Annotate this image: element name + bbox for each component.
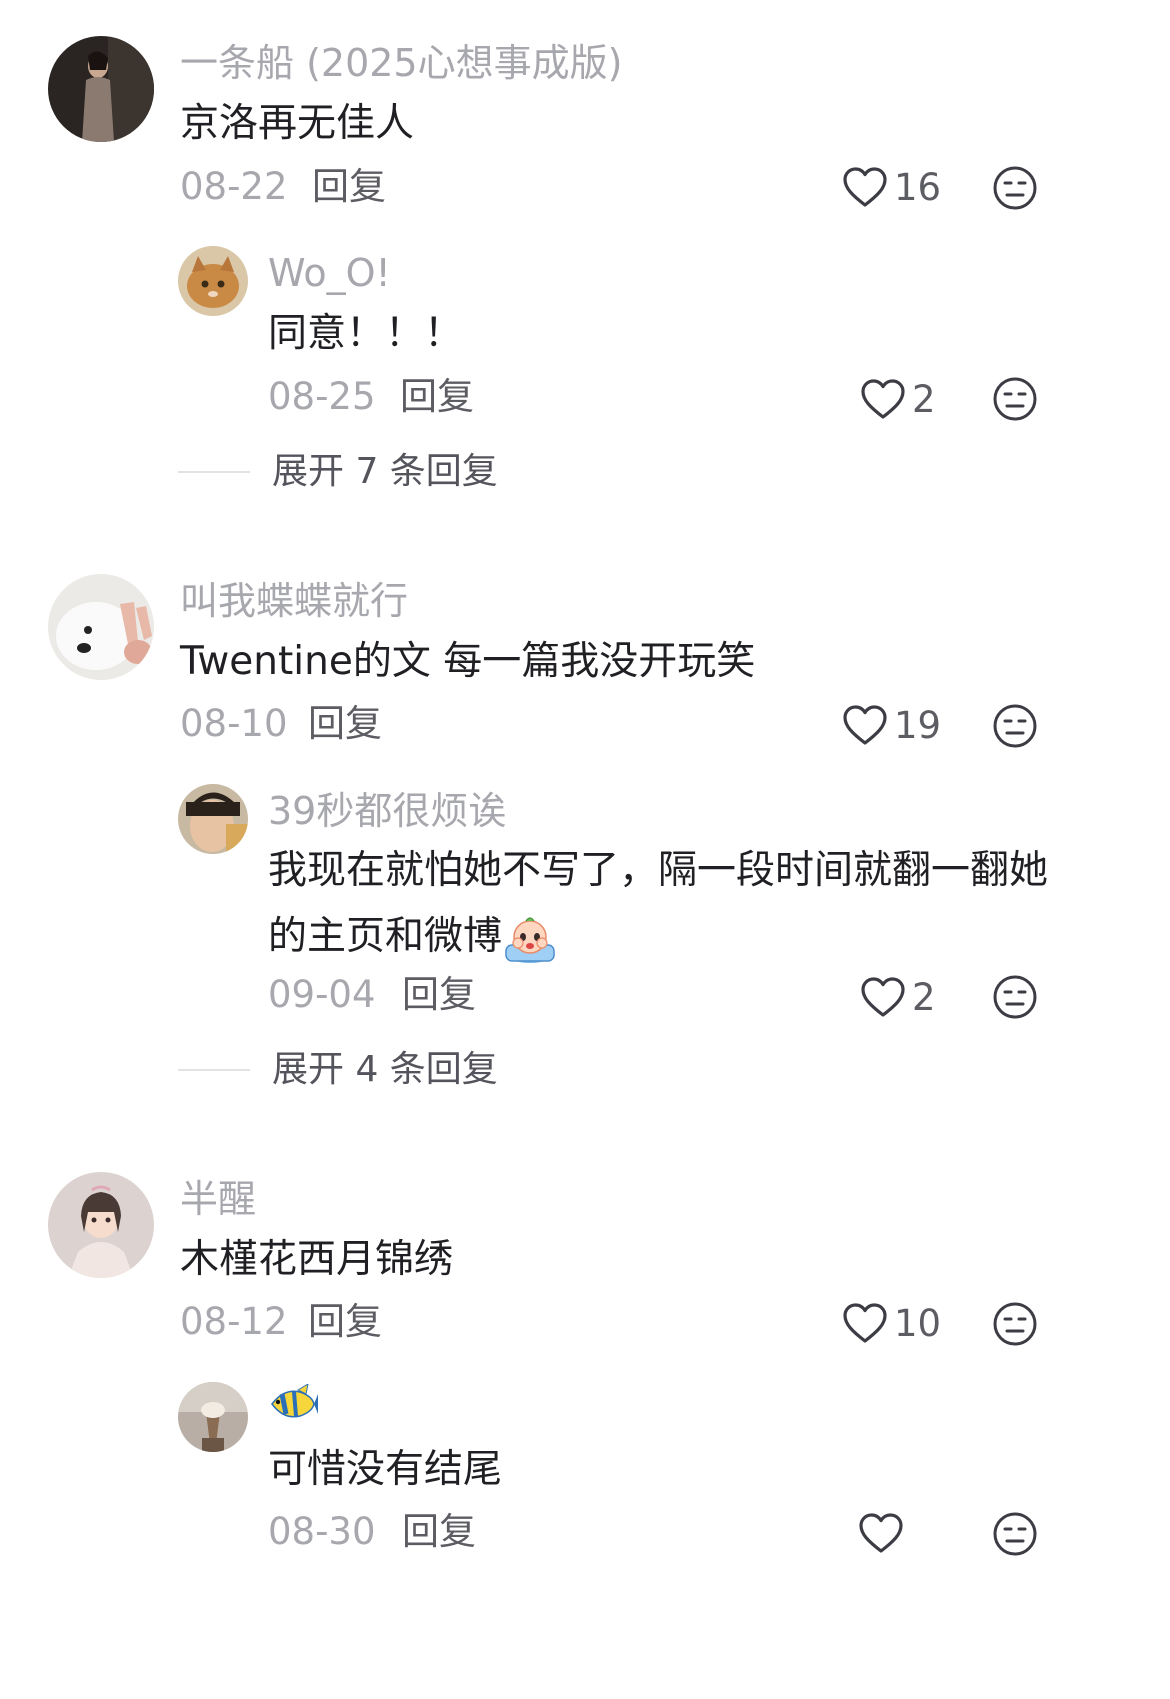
like-button[interactable]: 10 [842, 1302, 941, 1344]
like-count: 2 [912, 377, 936, 421]
comment-username[interactable]: 一条船 (2025心想事成版) [180, 44, 622, 82]
heart-outline-icon [843, 167, 887, 207]
expand-replies-label: 展开 4 条回复 [272, 1049, 498, 1090]
like-button[interactable]: 2 [860, 378, 936, 420]
neutral-face-icon[interactable] [992, 703, 1038, 749]
tropical-fish-emoji [271, 1384, 318, 1418]
avatar[interactable] [48, 574, 154, 680]
expand-replies-button[interactable]: 展开 4 条回复 [178, 1052, 498, 1088]
reply-avatar[interactable] [178, 784, 248, 854]
like-count: 16 [894, 165, 942, 209]
avatar[interactable] [48, 1172, 154, 1278]
comment-username[interactable]: 半醒 [180, 1180, 256, 1218]
comment-text: 木槿花西月锦绣 [180, 1237, 454, 1282]
divider-line [178, 1069, 250, 1071]
reply-button[interactable]: 回复 [402, 976, 476, 1013]
reply-text-content: 我现在就怕她不写了，隔一段时间就翻一翻她的主页和微博 [268, 848, 1049, 959]
reply-date: 09-04 [268, 973, 376, 1016]
like-button[interactable] [858, 1512, 910, 1554]
comment-text: Twentine的文 每一篇我没开玩笑 [180, 639, 756, 684]
like-count: 19 [894, 703, 942, 747]
like-button[interactable]: 19 [842, 704, 941, 746]
expand-replies-label: 展开 7 条回复 [272, 451, 498, 492]
reply-button[interactable]: 回复 [400, 378, 474, 415]
divider-line [178, 471, 250, 473]
reply-text: 同意！！！ [268, 311, 464, 356]
reply-username[interactable]: Wo_O! [268, 254, 391, 292]
reply-button[interactable]: 回复 [308, 705, 382, 742]
neutral-face-icon[interactable] [992, 1511, 1038, 1557]
reply-date: 08-25 [268, 375, 376, 418]
heart-outline-icon [861, 379, 905, 419]
neutral-face-icon[interactable] [992, 1301, 1038, 1347]
reply-date: 08-30 [268, 1510, 376, 1553]
like-count: 10 [894, 1301, 942, 1345]
comment-date: 08-22 [180, 165, 288, 208]
reply-text: 我现在就怕她不写了，隔一段时间就翻一翻她的主页和微博 [268, 838, 1048, 970]
neutral-face-icon[interactable] [992, 974, 1038, 1020]
reply-avatar[interactable] [178, 1382, 248, 1452]
like-button[interactable]: 2 [860, 976, 936, 1018]
crying-face-emoji [505, 916, 555, 963]
reply-button[interactable]: 回复 [312, 168, 386, 205]
neutral-face-icon[interactable] [992, 165, 1038, 211]
expand-replies-button[interactable]: 展开 7 条回复 [178, 454, 498, 490]
avatar[interactable] [48, 36, 154, 142]
reply-avatar[interactable] [178, 246, 248, 316]
like-button[interactable]: 16 [842, 166, 941, 208]
reply-text: 可惜没有结尾 [268, 1447, 503, 1492]
heart-outline-icon [861, 977, 905, 1017]
heart-outline-icon [859, 1513, 903, 1553]
comment-username[interactable]: 叫我蝶蝶就行 [180, 582, 408, 620]
comment-date: 08-10 [180, 702, 288, 745]
heart-outline-icon [843, 705, 887, 745]
like-count: 2 [912, 975, 936, 1019]
reply-username[interactable]: 39秒都很烦诶 [268, 792, 506, 830]
reply-button[interactable]: 回复 [402, 1513, 476, 1550]
neutral-face-icon[interactable] [992, 376, 1038, 422]
reply-button[interactable]: 回复 [308, 1303, 382, 1340]
comment-text: 京洛再无佳人 [180, 101, 415, 146]
comment-date: 08-12 [180, 1300, 288, 1343]
heart-outline-icon [843, 1303, 887, 1343]
